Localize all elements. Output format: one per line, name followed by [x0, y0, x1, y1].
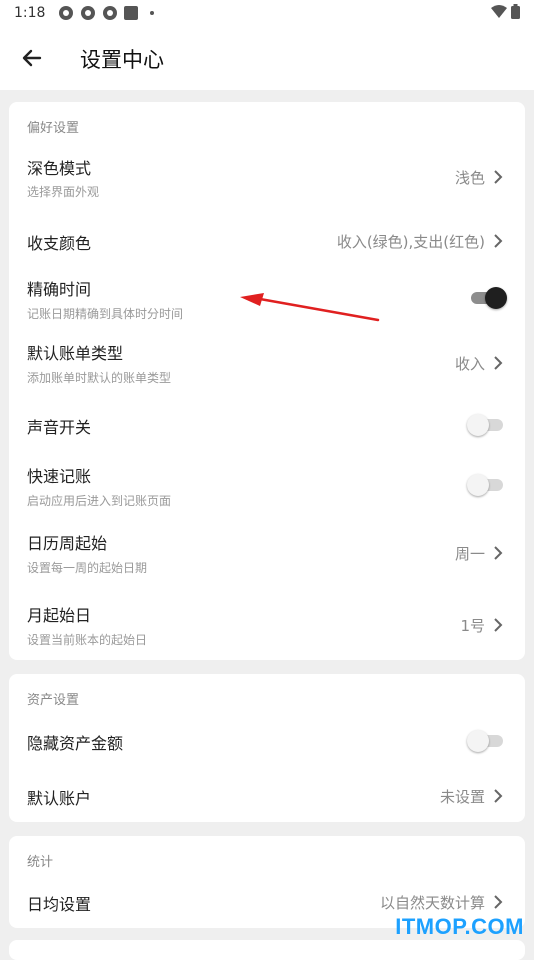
app-bar: 1:18 设置中心	[0, 0, 534, 90]
toggle-knob	[467, 414, 489, 436]
back-arrow-icon[interactable]	[18, 44, 46, 72]
app-notification-icon	[103, 6, 117, 20]
battery-icon	[511, 4, 520, 19]
chevron-right-icon	[494, 356, 503, 370]
setting-value: 未设置	[439, 788, 485, 806]
hide-asset-amount-toggle[interactable]	[467, 730, 507, 752]
setting-row-hide-asset-amount[interactable]: 隐藏资产金额	[9, 714, 525, 768]
setting-value: 收入	[454, 355, 485, 373]
setting-subtitle: 启动应用后进入到记账页面	[27, 494, 172, 508]
setting-title: 默认账户	[27, 789, 92, 808]
setting-value: 以自然天数计算	[379, 894, 485, 912]
setting-subtitle: 记账日期精确到具体时分时间	[27, 307, 184, 321]
preferences-card: 偏好设置 深色模式 选择界面外观 浅色 收支颜色 收入(绿色),支出(红色) 精…	[9, 102, 525, 660]
sound-toggle[interactable]	[467, 414, 507, 436]
setting-title: 日均设置	[27, 895, 92, 914]
setting-value: 收入(绿色),支出(红色)	[336, 233, 485, 251]
status-notification-icons	[58, 5, 154, 21]
toggle-knob	[467, 730, 489, 752]
watermark-logo: ITMOP.COM	[395, 914, 524, 939]
setting-row-dark-mode[interactable]: 深色模式 选择界面外观 浅色	[9, 142, 525, 204]
status-time: 1:18	[14, 5, 46, 21]
toggle-knob	[467, 474, 489, 496]
section-title-assets: 资产设置	[27, 693, 80, 708]
assets-card: 资产设置 隐藏资产金额 默认账户 未设置	[9, 674, 525, 822]
chevron-right-icon	[494, 618, 503, 632]
setting-subtitle: 设置每一周的起始日期	[27, 561, 148, 575]
setting-title: 深色模式	[27, 159, 92, 178]
setting-title: 默认账单类型	[27, 344, 124, 363]
section-title-statistics: 统计	[27, 855, 54, 870]
setting-row-default-account[interactable]: 默认账户 未设置	[9, 770, 525, 822]
status-bar: 1:18	[0, 0, 534, 28]
toggle-knob	[485, 287, 507, 309]
chevron-right-icon	[494, 895, 503, 909]
chevron-right-icon	[494, 234, 503, 248]
setting-value: 浅色	[454, 169, 485, 187]
next-card-peek	[9, 940, 525, 960]
precise-time-toggle[interactable]	[471, 287, 507, 309]
setting-row-default-bill-type[interactable]: 默认账单类型 添加账单时默认的账单类型 收入	[9, 330, 525, 392]
setting-title: 收支颜色	[27, 234, 92, 253]
setting-title: 隐藏资产金额	[27, 734, 124, 753]
setting-title: 快速记账	[27, 467, 92, 486]
app-notification-icon	[81, 6, 95, 20]
setting-subtitle: 添加账单时默认的账单类型	[27, 371, 172, 385]
setting-title: 声音开关	[27, 418, 92, 437]
section-title-preferences: 偏好设置	[27, 121, 80, 136]
chevron-right-icon	[494, 546, 503, 560]
wifi-icon	[491, 4, 507, 18]
setting-title: 精确时间	[27, 280, 92, 299]
setting-row-income-expense-color[interactable]: 收支颜色 收入(绿色),支出(红色)	[9, 210, 525, 268]
quick-record-toggle[interactable]	[467, 474, 507, 496]
app-notification-icon	[59, 6, 73, 20]
setting-title: 日历周起始	[27, 534, 108, 553]
setting-row-quick-record[interactable]: 快速记账 启动应用后进入到记账页面	[9, 454, 525, 516]
chevron-right-icon	[494, 789, 503, 803]
more-notifications-dot-icon	[150, 11, 154, 15]
setting-row-month-start[interactable]: 月起始日 设置当前账本的起始日 1号	[9, 592, 525, 654]
chevron-right-icon	[494, 170, 503, 184]
setting-value: 1号	[460, 617, 485, 635]
setting-subtitle: 选择界面外观	[27, 185, 100, 199]
setting-value: 周一	[454, 545, 485, 563]
setting-subtitle: 设置当前账本的起始日	[27, 633, 148, 647]
page-title: 设置中心	[80, 48, 164, 72]
notification-square-icon	[124, 6, 138, 20]
status-system-icons	[491, 4, 520, 19]
setting-row-week-start[interactable]: 日历周起始 设置每一周的起始日期 周一	[9, 522, 525, 584]
setting-row-sound[interactable]: 声音开关	[9, 394, 525, 452]
annotation-arrow-icon	[240, 293, 380, 322]
setting-title: 月起始日	[27, 606, 92, 625]
